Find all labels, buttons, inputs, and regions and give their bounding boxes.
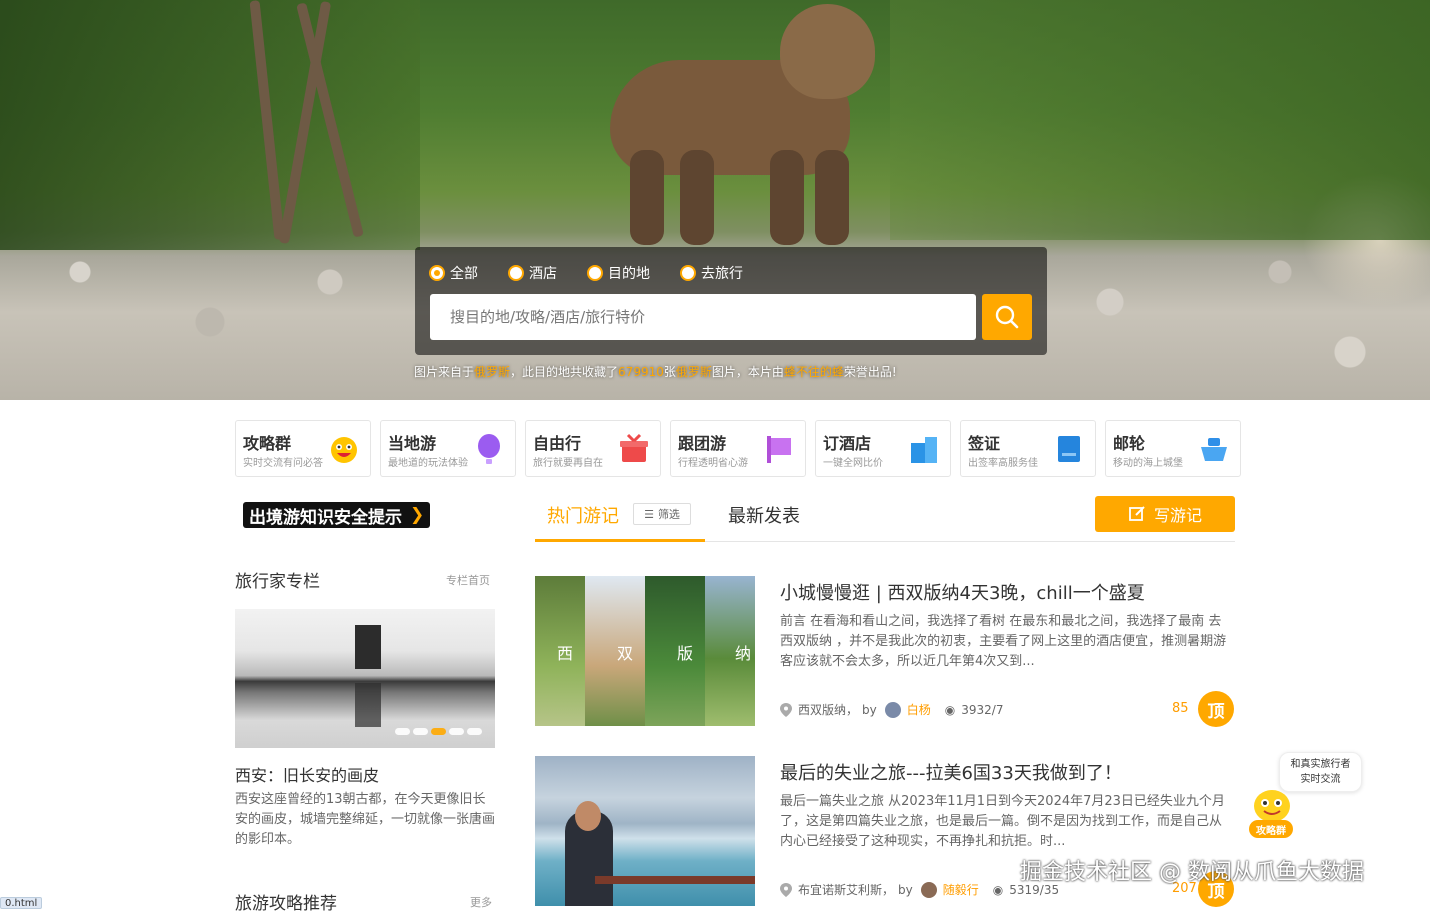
category-strategy-group[interactable]: 攻略群 实时交流有问必答 bbox=[235, 420, 371, 477]
note-meta: 布宜诺斯艾利斯， by 随毅行 ◉ 5319/35 bbox=[780, 881, 1059, 898]
category-visa[interactable]: 签证 出签率高服务佳 bbox=[960, 420, 1096, 477]
watermark-text: 掘金技术社区 @ 数阅从爪鱼大数据 bbox=[1020, 860, 1364, 885]
passport-icon bbox=[1058, 436, 1080, 462]
carousel-dots bbox=[395, 728, 482, 735]
by-text: by bbox=[862, 702, 877, 717]
thumb-strip bbox=[645, 576, 705, 726]
eye-icon: ◉ bbox=[992, 882, 1004, 897]
search-button[interactable] bbox=[982, 294, 1032, 340]
radio-destination[interactable]: 目的地 bbox=[587, 263, 650, 283]
note-thumbnail[interactable] bbox=[535, 756, 755, 906]
safety-tips-banner[interactable]: 出境游知识安全提示 ❯ bbox=[243, 502, 431, 528]
upvote-button[interactable]: 顶 bbox=[1198, 691, 1234, 727]
hero-banner: 全部 酒店 目的地 去旅行 图片来自于俄罗斯，此目的地共收藏了679910张俄罗… bbox=[0, 0, 1430, 400]
carousel-dot-active[interactable] bbox=[431, 728, 446, 735]
category-group-tour[interactable]: 跟团游 行程透明省心游 bbox=[670, 420, 806, 477]
columns-home-link[interactable]: 专栏首页 bbox=[446, 572, 490, 588]
caption-link[interactable]: 俄罗斯 bbox=[676, 365, 712, 379]
category-cruise[interactable]: 邮轮 移动的海上城堡 bbox=[1105, 420, 1241, 477]
status-bar-url: 0.html bbox=[0, 897, 43, 909]
guides-more-link[interactable]: 更多 bbox=[470, 894, 492, 910]
filter-button[interactable]: ☰ 筛选 bbox=[633, 503, 691, 525]
chat-group-badge[interactable]: 攻略群 bbox=[1249, 820, 1293, 838]
edit-icon bbox=[1129, 506, 1145, 521]
category-free-travel[interactable]: 自由行 旅行就要再自在 bbox=[525, 420, 661, 477]
carousel-dot[interactable] bbox=[449, 728, 464, 735]
carousel-dot[interactable] bbox=[413, 728, 428, 735]
active-tab-indicator bbox=[535, 539, 705, 542]
category-local-tour[interactable]: 当地游 最地道的玩法体验 bbox=[380, 420, 516, 477]
pagoda-silhouette bbox=[355, 625, 381, 669]
category-hotel[interactable]: 订酒店 一键全网比价 bbox=[815, 420, 951, 477]
caption-link[interactable]: 俄罗斯 bbox=[474, 365, 510, 379]
hotel-icon bbox=[911, 437, 937, 463]
note-title[interactable]: 最后的失业之旅---拉美6国33天我做到了！ bbox=[780, 759, 1122, 785]
by-text: by bbox=[898, 882, 913, 897]
eye-icon: ◉ bbox=[944, 702, 956, 717]
cruise-ship-icon bbox=[1201, 438, 1227, 461]
avatar[interactable] bbox=[920, 881, 937, 898]
note-author[interactable]: 白杨 bbox=[907, 701, 931, 718]
search-panel: 全部 酒店 目的地 去旅行 bbox=[415, 247, 1047, 355]
note-card: 西 双 版 纳 小城慢慢逛 | 西双版纳4天3晚，chill一个盛夏 前言 在看… bbox=[535, 576, 1235, 727]
note-location[interactable]: 西双版纳， bbox=[798, 701, 858, 718]
emoji-face-icon bbox=[331, 437, 357, 463]
railing bbox=[595, 876, 755, 884]
note-meta: 西双版纳， by 白杨 ◉ 3932/7 bbox=[780, 701, 1003, 718]
thumb-text: 双 bbox=[617, 644, 634, 663]
thumb-text: 纳 bbox=[735, 644, 752, 663]
radio-all[interactable]: 全部 bbox=[429, 263, 478, 283]
write-note-button[interactable]: 写游记 bbox=[1095, 496, 1235, 532]
search-type-radios: 全部 酒店 目的地 去旅行 bbox=[429, 263, 773, 283]
carousel-dot[interactable] bbox=[467, 728, 482, 735]
note-likes: 85 bbox=[1172, 701, 1189, 716]
list-icon: ☰ bbox=[644, 507, 654, 521]
forest-right bbox=[890, 0, 1430, 240]
note-location[interactable]: 布宜诺斯艾利斯， bbox=[798, 881, 894, 898]
gift-box-icon bbox=[620, 433, 648, 462]
caption-author-link[interactable]: 蜂不往的蜂 bbox=[784, 365, 844, 379]
note-thumbnail[interactable]: 西 双 版 纳 bbox=[535, 576, 755, 726]
feature-image[interactable] bbox=[235, 609, 495, 748]
note-views: 3932/7 bbox=[961, 702, 1004, 717]
carousel-dot[interactable] bbox=[395, 728, 410, 735]
columns-title: 旅行家专栏 bbox=[235, 572, 320, 592]
category-nav: 攻略群 实时交流有问必答 当地游 最地道的玩法体验 自由行 旅行就要再自在 跟团… bbox=[235, 420, 1241, 477]
radio-hotel[interactable]: 酒店 bbox=[508, 263, 557, 283]
search-icon bbox=[995, 305, 1019, 329]
tab-latest[interactable]: 最新发表 bbox=[728, 502, 800, 528]
location-pin-icon bbox=[780, 702, 792, 717]
guides-title: 旅游攻略推荐 bbox=[235, 894, 337, 914]
bear-photo bbox=[590, 0, 880, 250]
feature-description: 西安这座曾经的13朝古都，在今天更像旧长安的画皮，城墙完整绵延，一切就像一张唐画… bbox=[235, 792, 496, 847]
note-title[interactable]: 小城慢慢逛 | 西双版纳4天3晚，chill一个盛夏 bbox=[780, 579, 1145, 605]
location-pin-icon bbox=[780, 882, 792, 897]
note-excerpt: 前言 在看海和看山之间，我选择了看树 在最东和最北之间，我选择了最南 去 西双版… bbox=[780, 614, 1227, 669]
radio-travel[interactable]: 去旅行 bbox=[680, 263, 743, 283]
note-author[interactable]: 随毅行 bbox=[943, 881, 979, 898]
thumb-text: 版 bbox=[677, 644, 694, 663]
balloon-icon bbox=[478, 434, 500, 464]
traveler-face bbox=[575, 801, 601, 831]
tab-hot-notes[interactable]: 热门游记 bbox=[547, 502, 619, 528]
pagoda-reflection bbox=[355, 683, 381, 727]
chevron-right-icon: ❯ bbox=[410, 505, 425, 525]
photo-caption: 图片来自于俄罗斯，此目的地共收藏了679910张俄罗斯图片，本片由蜂不往的蜂荣誉… bbox=[414, 365, 897, 379]
note-excerpt: 最后一篇失业之旅 从2023年11月1日到今天2024年7月23日已经失业九个月… bbox=[780, 794, 1225, 849]
thumb-text: 西 bbox=[557, 644, 574, 663]
flag-icon bbox=[767, 436, 791, 463]
notes-tabs: 热门游记 ☰ 筛选 最新发表 写游记 bbox=[535, 496, 1235, 542]
feature-title[interactable]: 西安：旧长安的画皮 bbox=[235, 762, 379, 786]
thumb-strip bbox=[585, 576, 645, 726]
search-input[interactable] bbox=[430, 294, 976, 340]
avatar[interactable] bbox=[884, 701, 901, 718]
